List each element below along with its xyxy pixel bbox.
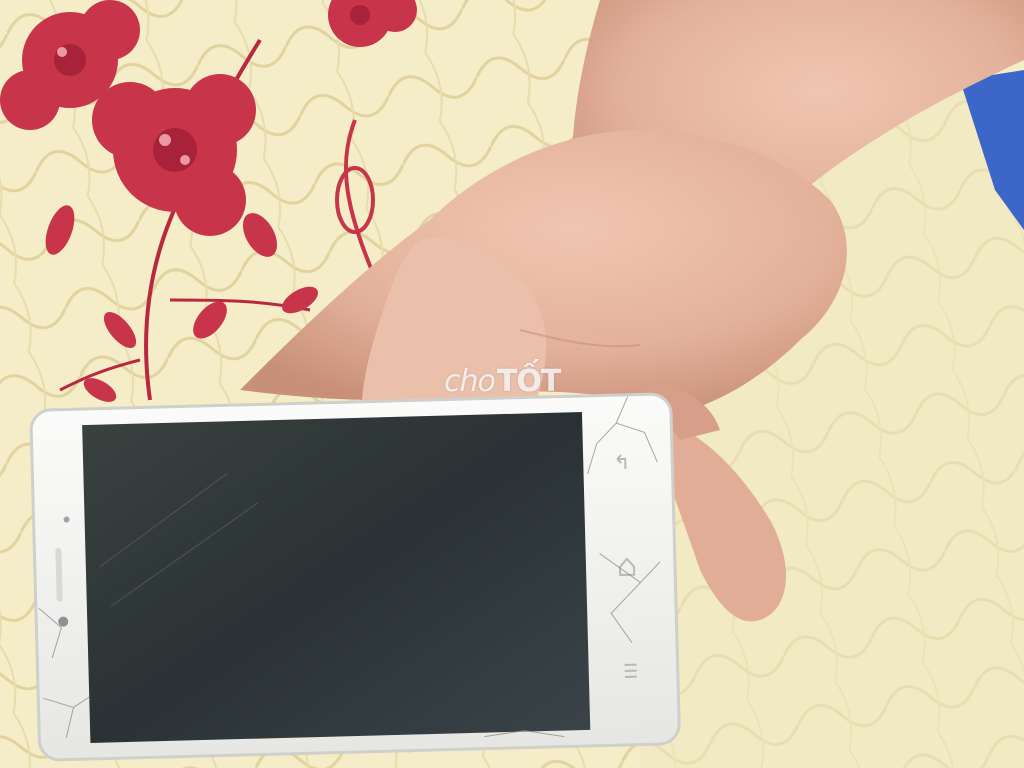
watermark-part-2: TỐT <box>496 364 561 399</box>
watermark: choTỐT <box>444 364 561 399</box>
watermark-part-1: cho <box>444 364 496 399</box>
phone-screen <box>82 412 591 743</box>
smartphone <box>29 392 681 762</box>
photo-scene: choTỐT <box>0 0 1024 768</box>
